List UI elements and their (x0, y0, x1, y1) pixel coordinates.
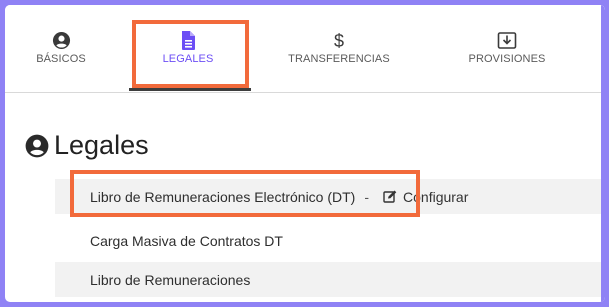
tab-basicos[interactable]: BÁSICOS (31, 31, 91, 65)
dollar-icon: $ (334, 31, 344, 50)
svg-text:$: $ (334, 31, 344, 50)
user-circle-icon (25, 134, 49, 157)
download-box-icon (497, 32, 517, 49)
tab-basicos-label: BÁSICOS (36, 53, 86, 65)
active-tab-indicator (129, 88, 251, 91)
tab-transferencias[interactable]: $ TRANSFERENCIAS (284, 31, 394, 65)
highlight-box-tab (132, 20, 249, 88)
user-circle-icon (52, 31, 70, 50)
section-title: Legales (25, 130, 149, 161)
tab-transferencias-label: TRANSFERENCIAS (288, 53, 390, 65)
frame-edge (601, 5, 605, 302)
list-item-label[interactable]: Carga Masiva de Contratos DT (90, 233, 283, 249)
section-title-text: Legales (54, 130, 149, 160)
list-item-libro-remuneraciones[interactable]: Libro de Remuneraciones (55, 262, 605, 297)
list-item-carga-masiva[interactable]: Carga Masiva de Contratos DT (55, 223, 605, 258)
tab-bar: BÁSICOS LEGALES $ TRANSFERENCIAS PROVISI… (5, 5, 605, 93)
highlight-box-row (70, 170, 420, 217)
tab-provisiones-label: PROVISIONES (468, 53, 546, 65)
list-item-label[interactable]: Libro de Remuneraciones (90, 272, 250, 288)
tab-provisiones[interactable]: PROVISIONES (467, 31, 547, 65)
app-frame: BÁSICOS LEGALES $ TRANSFERENCIAS PROVISI… (5, 5, 605, 302)
